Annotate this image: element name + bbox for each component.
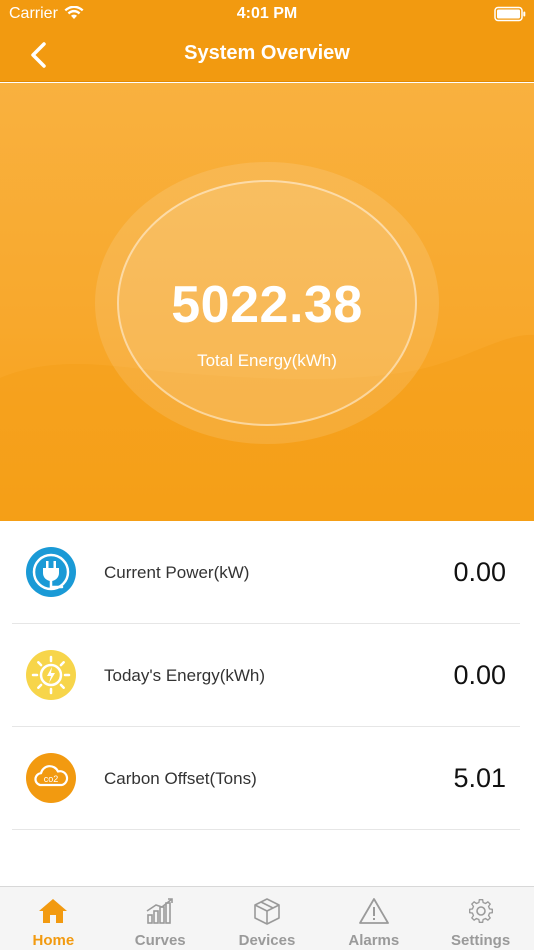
total-energy-label: Total Energy(kWh) [197, 351, 337, 370]
tab-settings[interactable]: Settings [427, 887, 534, 950]
tab-label: Home [32, 932, 75, 949]
status-bar: Carrier 4:01 PM [0, 0, 534, 28]
gear-icon [468, 899, 493, 923]
warning-icon [358, 898, 389, 924]
tab-label: Settings [450, 932, 511, 949]
tab-label: Alarms [348, 932, 400, 949]
total-energy-value: 5022.38 [171, 276, 363, 334]
tab-label: Devices [238, 932, 296, 949]
total-energy-hero: 5022.38 Total Energy(kWh) [0, 83, 534, 521]
tab-home[interactable]: Home [0, 887, 107, 950]
co2-cloud-icon: co2 [26, 753, 76, 803]
stat-label: Current Power(kW) [104, 563, 250, 582]
battery-icon [494, 6, 526, 22]
stat-value: 0.00 [453, 557, 506, 587]
stat-row-todays-energy: Today's Energy(kWh) 0.00 [12, 624, 520, 727]
tab-bar: Home Curves Devices Alarms Settings [0, 886, 534, 950]
stat-label: Today's Energy(kWh) [104, 666, 266, 685]
stat-value: 0.00 [453, 660, 506, 690]
chart-icon [146, 898, 173, 924]
stat-row-current-power: Current Power(kW) 0.00 [12, 521, 520, 624]
tab-label: Curves [134, 932, 186, 949]
plug-icon [26, 547, 76, 597]
svg-text:co2: co2 [44, 774, 59, 784]
tab-curves[interactable]: Curves [107, 887, 214, 950]
stat-label: Carbon Offset(Tons) [104, 769, 257, 788]
sun-bolt-icon [26, 650, 76, 700]
box-icon [254, 898, 280, 925]
tab-devices[interactable]: Devices [214, 887, 321, 950]
stat-value: 5.01 [453, 763, 506, 793]
home-icon [39, 899, 68, 923]
nav-bar: System Overview [0, 28, 534, 82]
tab-alarms[interactable]: Alarms [320, 887, 427, 950]
stat-row-carbon-offset: co2 Carbon Offset(Tons) 5.01 [12, 727, 520, 830]
page-title: System Overview [184, 42, 350, 64]
status-time: 4:01 PM [236, 5, 298, 22]
